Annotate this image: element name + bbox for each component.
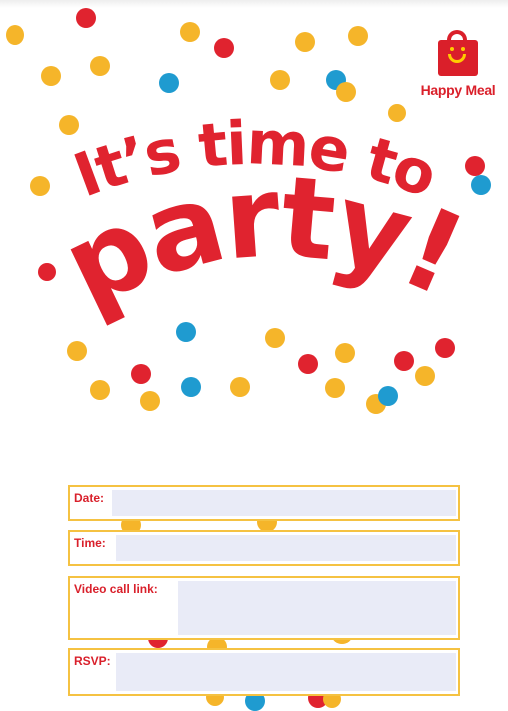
date-field[interactable] xyxy=(112,490,456,516)
headline: It’s time to party! xyxy=(44,108,482,333)
video-link-field[interactable] xyxy=(178,581,456,635)
time-label: Time: xyxy=(74,536,106,550)
date-row: Date: xyxy=(68,485,460,521)
time-field[interactable] xyxy=(116,535,456,561)
rsvp-label: RSVP: xyxy=(74,654,111,668)
rsvp-row: RSVP: xyxy=(68,648,460,696)
date-label: Date: xyxy=(74,491,105,505)
video-link-row: Video call link: xyxy=(68,576,460,640)
rsvp-field[interactable] xyxy=(116,653,456,691)
video-link-label: Video call link: xyxy=(74,582,158,596)
time-row: Time: xyxy=(68,530,460,566)
